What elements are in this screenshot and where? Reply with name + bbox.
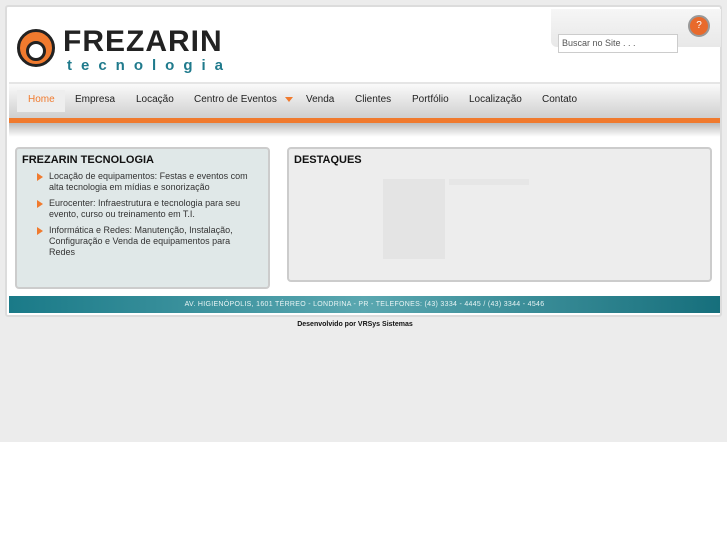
frezarin-logo[interactable]: FREZARIN tecnologia bbox=[17, 25, 233, 75]
list-item[interactable]: Eurocenter: Infraestrutura e tecnologia … bbox=[37, 198, 252, 220]
list-item[interactable]: Locação de equipamentos: Festas e evento… bbox=[37, 171, 252, 193]
nav-centro-de-eventos[interactable]: Centro de Eventos bbox=[194, 94, 293, 105]
nav-portfolio[interactable]: Portfólio bbox=[412, 94, 449, 105]
nav-contato[interactable]: Contato bbox=[542, 94, 577, 105]
logo-tagline: tecnologia bbox=[67, 57, 233, 74]
page-container: FREZARIN tecnologia Buscar no Site . . .… bbox=[5, 5, 722, 317]
destaques-panel: DESTAQUES bbox=[287, 147, 712, 282]
nav-venda[interactable]: Venda bbox=[306, 94, 334, 105]
nav-empresa[interactable]: Empresa bbox=[75, 94, 115, 105]
nav-home[interactable]: Home bbox=[17, 90, 65, 112]
panel-title: DESTAQUES bbox=[294, 154, 362, 166]
nav-clientes[interactable]: Clientes bbox=[355, 94, 391, 105]
developer-credit[interactable]: Desenvolvido por VRSys Sistemas bbox=[0, 321, 710, 328]
nav-locacao[interactable]: Locação bbox=[136, 94, 174, 105]
featured-title-placeholder bbox=[449, 179, 529, 185]
main-nav: Home Empresa Locação Centro de Eventos V… bbox=[9, 82, 720, 118]
divider bbox=[9, 123, 720, 137]
logo-mark-icon bbox=[17, 29, 55, 67]
featured-image[interactable] bbox=[383, 179, 445, 259]
search-input[interactable]: Buscar no Site . . . bbox=[558, 34, 678, 53]
nav-localizacao[interactable]: Localização bbox=[469, 94, 522, 105]
chevron-down-icon bbox=[284, 96, 293, 102]
frezarin-tecnologia-panel: FREZARIN TECNOLOGIA Locação de equipamen… bbox=[15, 147, 270, 289]
nav-label: Centro de Eventos bbox=[194, 94, 277, 105]
footer-address: AV. HIGIENÓPOLIS, 1601 TÉRREO - LONDRINA… bbox=[9, 296, 720, 313]
list-item[interactable]: Informática e Redes: Manutenção, Instala… bbox=[37, 225, 252, 258]
panel-title: FREZARIN TECNOLOGIA bbox=[22, 154, 154, 166]
logo-name: FREZARIN bbox=[63, 25, 223, 58]
help-icon[interactable]: ? bbox=[688, 15, 710, 37]
